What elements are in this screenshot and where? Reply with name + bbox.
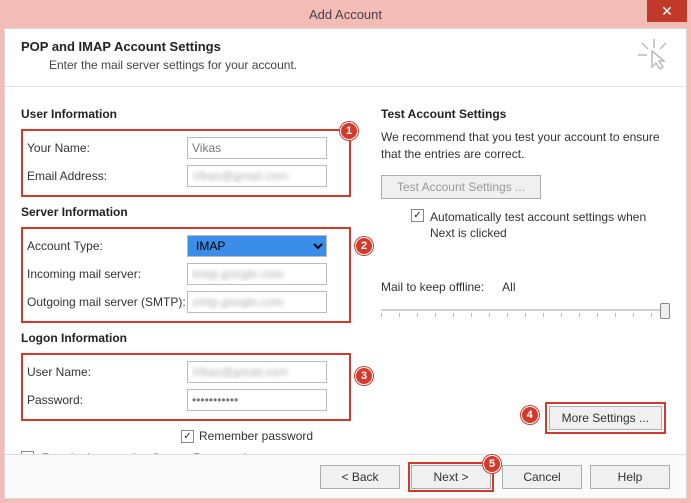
user-info-title: User Information — [21, 107, 351, 121]
badge-3: 3 — [355, 367, 373, 385]
user-info-highlight: 1 Your Name: Email Address: — [21, 129, 351, 197]
test-settings-button[interactable]: Test Account Settings ... — [381, 175, 541, 199]
remember-label: Remember password — [199, 429, 313, 443]
password-label: Password: — [27, 393, 187, 407]
page-header: POP and IMAP Account Settings Enter the … — [5, 29, 686, 87]
mail-keep-value: All — [502, 280, 515, 294]
cursor-icon — [638, 39, 670, 71]
header-subtitle: Enter the mail server settings for your … — [49, 58, 297, 72]
your-name-label: Your Name: — [27, 141, 187, 155]
wizard-footer: < Back 5 Next > Cancel Help — [5, 454, 686, 498]
test-title: Test Account Settings — [381, 107, 670, 121]
badge-1: 1 — [340, 122, 358, 140]
auto-test-label: Automatically test account settings when… — [430, 209, 650, 243]
badge-2: 2 — [355, 237, 373, 255]
close-button[interactable]: ✕ — [647, 0, 687, 22]
close-icon: ✕ — [661, 3, 673, 20]
cancel-button[interactable]: Cancel — [502, 465, 582, 489]
test-description: We recommend that you test your account … — [381, 129, 670, 163]
add-account-window: Add Account ✕ POP and IMAP Account Setti… — [0, 0, 691, 503]
logon-title: Logon Information — [21, 331, 351, 345]
slider-thumb[interactable] — [660, 303, 670, 319]
mail-keep-slider[interactable] — [381, 300, 670, 320]
username-label: User Name: — [27, 365, 187, 379]
incoming-input[interactable] — [187, 263, 327, 285]
more-settings-highlight: More Settings ... — [545, 402, 666, 434]
window-title: Add Account — [309, 7, 382, 22]
outgoing-input[interactable] — [187, 291, 327, 313]
back-button[interactable]: < Back — [320, 465, 400, 489]
account-type-select[interactable]: IMAP — [187, 235, 327, 257]
more-settings-button[interactable]: More Settings ... — [549, 406, 662, 430]
badge-4: 4 — [521, 406, 539, 424]
auto-test-checkbox[interactable]: ✓ — [411, 209, 424, 222]
help-button[interactable]: Help — [590, 465, 670, 489]
mail-keep-label: Mail to keep offline: — [381, 280, 484, 294]
titlebar: Add Account ✕ — [0, 0, 691, 28]
outgoing-label: Outgoing mail server (SMTP): — [27, 295, 187, 309]
username-input[interactable] — [187, 361, 327, 383]
header-title: POP and IMAP Account Settings — [21, 39, 297, 54]
your-name-input[interactable] — [187, 137, 327, 159]
server-info-title: Server Information — [21, 205, 351, 219]
email-label: Email Address: — [27, 169, 187, 183]
next-button[interactable]: Next > — [411, 465, 491, 489]
account-type-label: Account Type: — [27, 239, 187, 253]
client-area: POP and IMAP Account Settings Enter the … — [4, 28, 687, 499]
next-highlight: 5 Next > — [408, 462, 494, 492]
server-info-highlight: 2 Account Type: IMAP Incoming mail serve… — [21, 227, 351, 323]
email-input[interactable] — [187, 165, 327, 187]
incoming-label: Incoming mail server: — [27, 267, 187, 281]
badge-5: 5 — [483, 455, 501, 473]
remember-checkbox[interactable]: ✓ — [181, 430, 194, 443]
left-column: User Information 1 Your Name: Email Addr… — [21, 99, 351, 479]
logon-highlight: 3 User Name: Password: — [21, 353, 351, 421]
password-input[interactable] — [187, 389, 327, 411]
